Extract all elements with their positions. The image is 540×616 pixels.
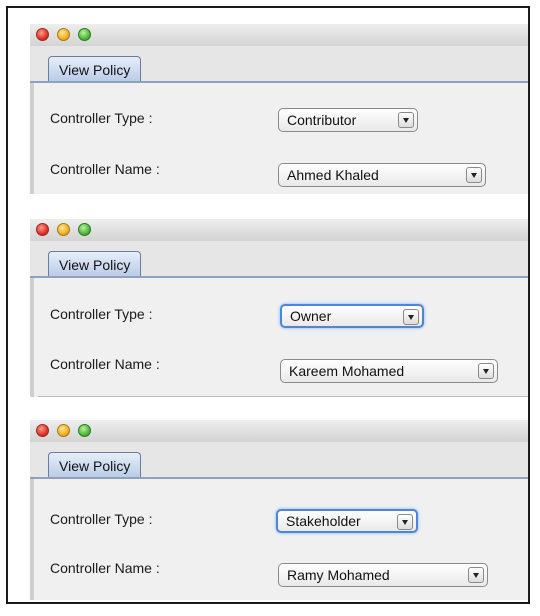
- tab-view-policy[interactable]: View Policy: [48, 56, 142, 82]
- chevron-down-icon[interactable]: [398, 112, 414, 128]
- controller-name-value: Kareem Mohamed: [289, 363, 405, 379]
- controller-type-select[interactable]: Stakeholder: [276, 509, 418, 533]
- controller-type-select[interactable]: Owner: [280, 304, 424, 328]
- chevron-down-icon[interactable]: [403, 309, 419, 325]
- window-panel-3: View Policy Controller Type : Stakeholde…: [30, 420, 528, 600]
- controller-type-label: Controller Type :: [50, 306, 153, 322]
- controller-name-value: Ahmed Khaled: [287, 167, 379, 183]
- window-panel-2: View Policy Controller Type : Owner Cont…: [30, 219, 528, 397]
- controller-name-label: Controller Name :: [50, 560, 160, 576]
- tab-view-policy[interactable]: View Policy: [48, 452, 142, 478]
- zoom-icon[interactable]: [78, 424, 91, 437]
- window-titlebar: [30, 420, 528, 443]
- close-icon[interactable]: [36, 28, 49, 41]
- policy-form: Controller Type : Owner Controller Name …: [30, 278, 528, 397]
- policy-form: Controller Type : Contributor Controller…: [30, 83, 528, 194]
- controller-name-select[interactable]: Ramy Mohamed: [278, 563, 488, 587]
- controller-name-select[interactable]: Ahmed Khaled: [278, 163, 486, 187]
- minimize-icon[interactable]: [57, 424, 70, 437]
- chevron-down-icon[interactable]: [397, 514, 413, 530]
- close-icon[interactable]: [36, 223, 49, 236]
- controller-name-value: Ramy Mohamed: [287, 567, 390, 583]
- minimize-icon[interactable]: [57, 223, 70, 236]
- zoom-icon[interactable]: [78, 223, 91, 236]
- window-titlebar: [30, 24, 528, 47]
- controller-name-label: Controller Name :: [50, 356, 160, 372]
- controller-type-label: Controller Type :: [50, 110, 153, 126]
- controller-type-label: Controller Type :: [50, 511, 153, 527]
- chevron-down-icon[interactable]: [478, 363, 494, 379]
- zoom-icon[interactable]: [78, 28, 91, 41]
- controller-type-select[interactable]: Contributor: [278, 108, 418, 132]
- chevron-down-icon[interactable]: [466, 167, 482, 183]
- minimize-icon[interactable]: [57, 28, 70, 41]
- window-panel-1: View Policy Controller Type : Contributo…: [30, 24, 528, 194]
- controller-name-select[interactable]: Kareem Mohamed: [280, 359, 498, 383]
- controller-name-label: Controller Name :: [50, 161, 160, 177]
- tab-view-policy[interactable]: View Policy: [48, 251, 142, 277]
- controller-type-value: Owner: [290, 308, 332, 324]
- controller-type-value: Stakeholder: [286, 513, 361, 529]
- controller-type-value: Contributor: [287, 112, 357, 128]
- close-icon[interactable]: [36, 424, 49, 437]
- chevron-down-icon[interactable]: [468, 567, 484, 583]
- divider: [38, 396, 528, 397]
- policy-form: Controller Type : Stakeholder Controller…: [30, 479, 528, 600]
- window-titlebar: [30, 219, 528, 242]
